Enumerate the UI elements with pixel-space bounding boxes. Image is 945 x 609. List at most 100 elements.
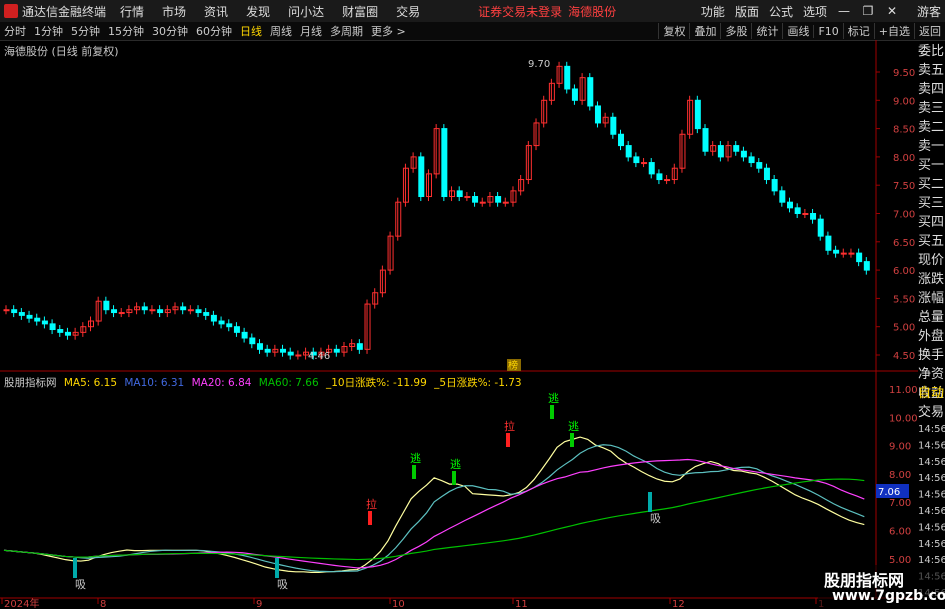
escape-signal-bar (412, 465, 416, 479)
indicator-tick-label: 8.00 (889, 470, 911, 481)
candle-up (840, 252, 847, 255)
candle-down (64, 331, 71, 336)
candle-down (26, 314, 33, 319)
candle-down (648, 162, 655, 175)
time-tick-label: 14:56 (918, 457, 945, 468)
price-tick-label: 7.50 (893, 181, 915, 192)
time-tick-label: 14:56 (918, 473, 945, 484)
candle-down (333, 348, 340, 353)
ma20-value: MA20: 6.84 (191, 377, 252, 389)
escape-signal-label: 逃 (568, 420, 579, 433)
candle-down (863, 261, 870, 271)
candle-down (264, 348, 271, 353)
price-tick-label: 4.50 (893, 351, 915, 362)
indicator-name: 股朋指标网 (4, 377, 57, 389)
escape-signal-bar (452, 471, 456, 485)
candle-down (625, 145, 632, 158)
candle-down (103, 300, 110, 311)
kline-chart[interactable]: 9.50 9.00 8.50 8.00 7.50 7.00 6.50 6.00 5.50 5.00… (0, 0, 945, 609)
quote-field-2: 卖四 (918, 82, 945, 97)
candle-down (111, 309, 118, 314)
chg10-value: _10日涨跌%: -11.99 (325, 377, 427, 389)
auto-trade-label[interactable]: 自动 (918, 384, 945, 403)
candle-up (295, 354, 302, 357)
candle-down (49, 323, 56, 331)
quote-field-15: 外盘 (918, 329, 945, 344)
ma10-line (3, 444, 865, 573)
candle-down (210, 314, 217, 322)
candle-down (833, 249, 840, 254)
candle-down (825, 235, 832, 251)
x-tick-label: 9 (256, 599, 262, 609)
candle-down (564, 65, 571, 90)
time-tick-label: 14:56 (918, 424, 945, 435)
candle-up (802, 213, 809, 215)
indicator-tick-label: 11.00 (889, 385, 918, 396)
buy-signal-label: 吸 (277, 578, 288, 591)
candle-down (794, 207, 801, 214)
current-value-label: 7.06 (878, 487, 900, 498)
candle-down (594, 105, 601, 124)
stock-title: 海德股份 (日线 前复权) (4, 45, 119, 58)
quote-field-6: 买一 (918, 158, 945, 173)
escape-signal-bar (550, 405, 554, 419)
candle-down (495, 196, 502, 203)
ma60-value: MA60: 7.66 (258, 377, 319, 389)
quote-field-7: 买二 (918, 177, 945, 192)
quote-field-11: 现价 (918, 253, 945, 268)
buy-signal-bar (73, 558, 77, 578)
candle-down (763, 167, 770, 181)
candle-down (280, 348, 287, 353)
candle-down (418, 156, 425, 198)
quote-field-17: 净资 (918, 367, 945, 382)
quote-field-3: 卖三 (918, 101, 945, 116)
buy-signal-label: 吸 (75, 578, 86, 591)
indicator-lines (3, 436, 865, 573)
candle-up (118, 312, 125, 315)
indicator-tick-label: 7.00 (889, 498, 911, 509)
ma5-value: MA5: 6.15 (63, 377, 118, 389)
candle-down (249, 337, 256, 345)
price-tick-label: 8.50 (893, 125, 915, 136)
watermark: 股朋指标网 www.7gpzb.com (818, 565, 945, 609)
price-tick-label: 6.50 (893, 238, 915, 249)
quote-field-5: 卖一 (918, 139, 945, 154)
quote-field-8: 买三 (918, 196, 945, 211)
candle-down (733, 145, 740, 152)
quote-field-16: 换手 (918, 348, 945, 363)
price-tick-label: 5.00 (893, 323, 915, 334)
trade-label[interactable]: 交易 (918, 403, 945, 422)
x-tick-label: 10 (392, 599, 405, 609)
ma20-line (3, 458, 865, 569)
x-tick-label: 2024年 (4, 597, 39, 609)
quote-field-10: 买五 (918, 234, 945, 249)
candle-up (848, 252, 855, 255)
high-price-label: 9.70 (528, 59, 550, 70)
candlestick-series (3, 61, 870, 360)
candle-down (817, 218, 824, 237)
candle-down (610, 116, 617, 135)
escape-signal-label: 逃 (410, 452, 421, 465)
price-tick-label: 5.50 (893, 294, 915, 305)
quote-field-14: 总量 (918, 310, 945, 325)
escape-signal-label: 逃 (450, 458, 461, 471)
indicator-tick-label: 9.00 (889, 442, 911, 453)
candle-down (441, 128, 448, 198)
buy-signal-bar (275, 558, 279, 578)
ma5-line (3, 436, 865, 573)
candle-down (571, 88, 578, 101)
candle-down (656, 173, 663, 181)
time-tick-label: 14:56 (918, 440, 945, 451)
candle-up (502, 201, 509, 204)
candle-up (187, 309, 194, 312)
quote-field-9: 买四 (918, 215, 945, 230)
candle-up (464, 196, 471, 199)
x-tick-label: 11 (515, 599, 528, 609)
candle-down (779, 190, 786, 203)
candle-down (856, 252, 863, 263)
pull-signal-bar (368, 511, 372, 525)
quote-field-4: 卖二 (918, 120, 945, 135)
quote-field-13: 涨幅 (918, 291, 945, 306)
candle-down (748, 156, 755, 164)
trade-panel: 自动 交易 (918, 384, 945, 422)
